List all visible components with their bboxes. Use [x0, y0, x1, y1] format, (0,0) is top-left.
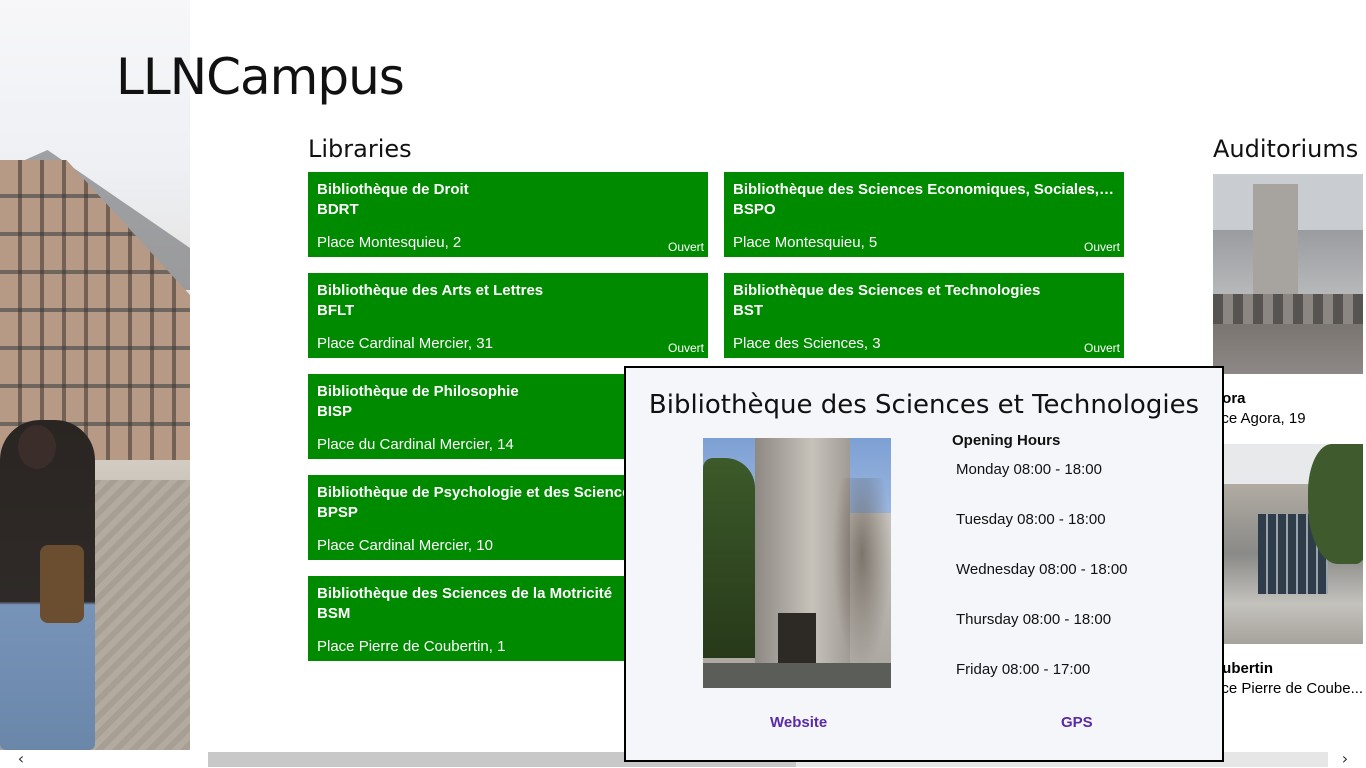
hours-row-monday: Monday 08:00 - 18:00: [956, 461, 1102, 478]
library-tile[interactable]: Bibliothèque de Droit BDRT Place Montesq…: [308, 172, 708, 257]
library-status: Ouvert: [667, 341, 704, 355]
auditoriums-section-title[interactable]: Auditoriums ›: [1213, 135, 1366, 163]
library-address: Place Montesquieu, 5: [733, 234, 878, 251]
library-address: Place du Cardinal Mercier, 14: [317, 436, 514, 453]
library-name: Bibliothèque de Droit: [317, 181, 469, 198]
app-title: LLNCampus: [116, 48, 405, 106]
library-tile[interactable]: Bibliothèque des Arts et Lettres BFLT Pl…: [308, 273, 708, 358]
hours-row-friday: Friday 08:00 - 17:00: [956, 661, 1091, 678]
library-address: Place Pierre de Coubertin, 1: [317, 638, 506, 655]
hours-row-wednesday: Wednesday 08:00 - 18:00: [956, 561, 1128, 578]
auditorium-name: gora: [1213, 390, 1246, 407]
scroll-left-arrow-icon[interactable]: ‹: [12, 750, 30, 768]
library-status: Ouvert: [1083, 341, 1120, 355]
library-photo: [703, 438, 891, 688]
library-code: BST: [733, 302, 763, 319]
building-facade: [0, 160, 190, 460]
gps-link[interactable]: GPS: [1061, 714, 1093, 731]
library-code: BDRT: [317, 201, 359, 218]
auditorium-address: ace Agora, 19: [1213, 410, 1306, 427]
auditorium-name: oubertin: [1213, 660, 1273, 677]
photo-ivy: [703, 458, 755, 658]
library-name: Bibliothèque des Arts et Lettres: [317, 282, 544, 299]
auditorium-address: ace Pierre de Coube...: [1213, 680, 1364, 697]
library-name: Bibliothèque des Sciences et Technologie…: [733, 282, 1041, 299]
library-address: Place Montesquieu, 2: [317, 234, 462, 251]
library-tile[interactable]: Bibliothèque des Sciences Economiques, S…: [724, 172, 1124, 257]
auditorium-photo[interactable]: [1213, 174, 1363, 374]
library-address: Place des Sciences, 3: [733, 335, 881, 352]
libraries-section-title[interactable]: Libraries: [308, 135, 412, 163]
library-address: Place Cardinal Mercier, 31: [317, 335, 493, 352]
auditorium-photo[interactable]: [1213, 444, 1363, 644]
background-photo: [0, 0, 190, 750]
popup-title: Bibliothèque des Sciences et Technologie…: [648, 390, 1200, 420]
hours-row-tuesday: Tuesday 08:00 - 18:00: [956, 511, 1106, 528]
person-bag: [40, 545, 84, 623]
scroll-right-arrow-icon[interactable]: ›: [1336, 750, 1354, 768]
photo-tree: [833, 478, 891, 668]
website-link[interactable]: Website: [770, 714, 827, 731]
photo-ground: [703, 663, 891, 688]
hours-row-thursday: Thursday 08:00 - 18:00: [956, 611, 1112, 628]
library-code: BSPO: [733, 201, 776, 218]
library-tile[interactable]: Bibliothèque des Sciences et Technologie…: [724, 273, 1124, 358]
library-detail-popup: Bibliothèque des Sciences et Technologie…: [624, 366, 1224, 762]
library-name: Bibliothèque des Sciences Economiques, S…: [733, 181, 1115, 198]
opening-hours-heading: Opening Hours: [952, 432, 1061, 449]
library-code: BFLT: [317, 302, 355, 319]
person-head: [18, 425, 56, 469]
photo-door: [778, 613, 816, 663]
library-status: Ouvert: [667, 240, 704, 254]
library-status: Ouvert: [1083, 240, 1120, 254]
library-address: Place Cardinal Mercier, 10: [317, 537, 493, 554]
